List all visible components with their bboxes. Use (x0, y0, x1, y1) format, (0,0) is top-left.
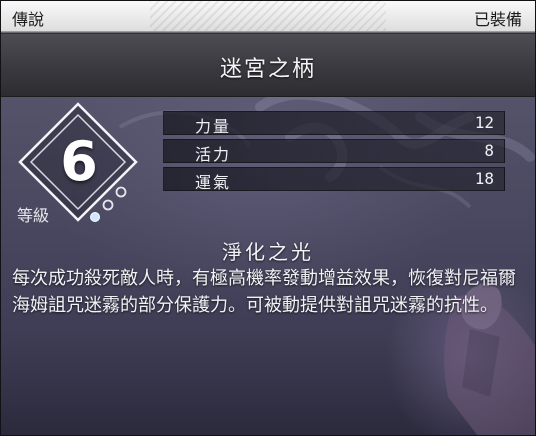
stat-name: 運氣 (195, 173, 232, 192)
title-band: 迷宮之柄 (0, 32, 536, 98)
top-bar: 傳說 已裝備 (0, 0, 536, 32)
empty-dot-icon (115, 186, 127, 198)
filled-dot-icon (90, 212, 100, 222)
level-value: 6 (60, 130, 98, 193)
ability-description: 每次成功殺死敵人時，有極高機率發動增益效果，恢復對尼福爾海姆詛咒迷霧的部分保護力… (12, 268, 516, 316)
stat-row-luck: 運氣 18 (163, 167, 505, 192)
stat-value: 18 (474, 169, 494, 188)
item-name: 迷宮之柄 (219, 57, 316, 82)
stat-row-strength: 力量 12 (163, 111, 505, 136)
rarity-label: 傳說 (12, 10, 45, 29)
stat-row-vitality: 活力 8 (163, 139, 505, 164)
stat-value: 12 (474, 113, 494, 132)
stat-name: 活力 (195, 145, 232, 164)
equipped-status: 已裝備 (473, 10, 522, 29)
top-bar-pattern (150, 0, 386, 31)
level-label: 等級 (17, 206, 50, 225)
stat-value: 8 (484, 141, 494, 160)
empty-dot-icon (102, 199, 114, 211)
item-detail-card: 傳說 已裝備 迷宮之柄 6 等級 力量 12 活力 8 運氣 18 淨化之光 每… (0, 0, 536, 436)
stat-name: 力量 (195, 117, 232, 136)
ability-title: 淨化之光 (222, 240, 314, 264)
